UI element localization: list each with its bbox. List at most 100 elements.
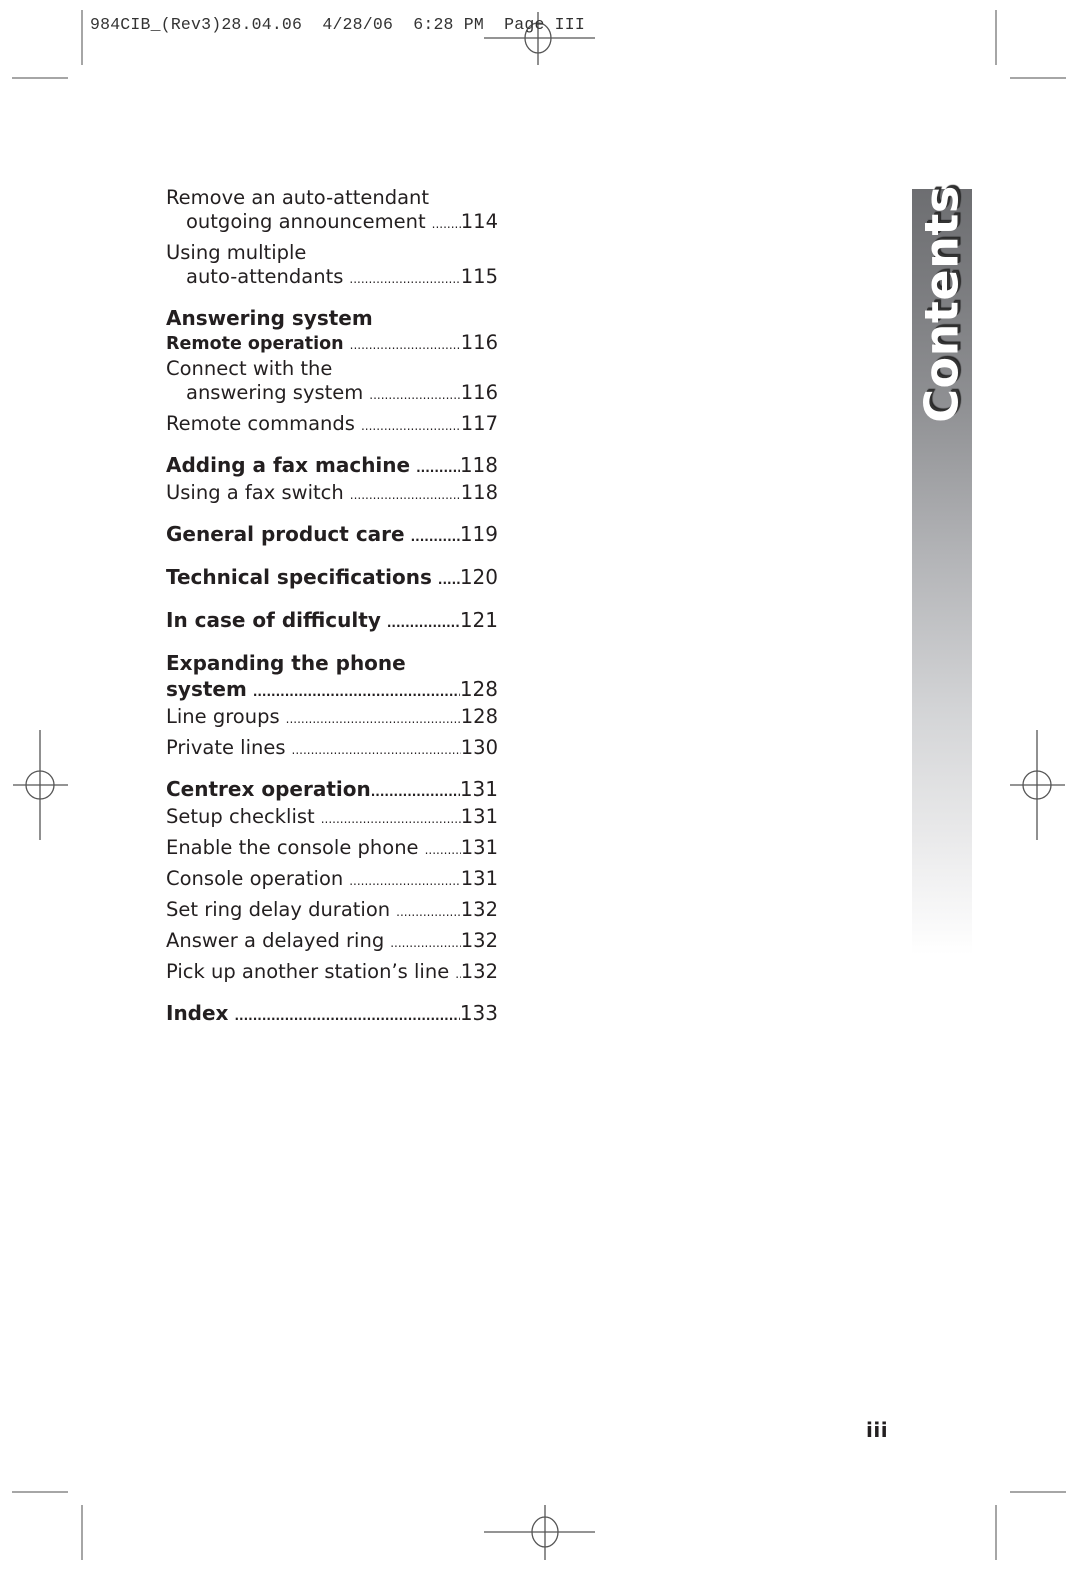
toc-entry[interactable]: Index 133 [166, 1000, 498, 1029]
dot-leader [349, 267, 460, 291]
toc-entry-label: Remote commands [166, 412, 355, 435]
toc-entry[interactable]: Technical specifications 120 [166, 564, 498, 593]
toc-entry[interactable]: Pick up another station’s line 132 [166, 960, 498, 986]
toc-section-heading[interactable]: Expanding the phone [166, 650, 498, 676]
dot-leader [432, 212, 461, 236]
toc-entry-page: 133 [459, 1001, 498, 1025]
toc-entry[interactable]: auto-attendants 115 [166, 265, 498, 291]
toc-entry-page: 114 [460, 210, 498, 233]
toc-section-heading[interactable]: Answering system [166, 305, 498, 331]
toc-entry-label: In case of difficulty [166, 608, 381, 632]
toc-entry[interactable]: Remote operation 116 [166, 331, 498, 357]
toc-entry-label: Adding a fax machine [166, 453, 411, 477]
toc-entry-label: Set ring delay duration [166, 898, 391, 921]
toc-entry-line1: Remove an auto-attendant [166, 186, 498, 210]
toc-entry[interactable]: Private lines 130 [166, 736, 498, 762]
contents-side-tab-label: Contents [915, 185, 970, 423]
toc-entry[interactable]: Console operation 131 [166, 867, 498, 893]
toc-entry-page: 132 [460, 960, 498, 983]
toc-entry-label: Centrex operation [166, 777, 371, 801]
dot-leader [390, 931, 461, 955]
dot-leader [361, 414, 461, 438]
toc-entry-page: 116 [460, 381, 498, 404]
dot-leader [234, 1003, 459, 1029]
print-slug: 984CIB_(Rev3)28.04.06 4/28/06 6:28 PM Pa… [90, 15, 585, 34]
toc-entry[interactable]: Centrex operation 131 [166, 776, 498, 805]
dot-leader [286, 707, 461, 731]
toc-entry-page: 128 [460, 705, 498, 728]
toc-entry-page: 128 [459, 677, 498, 701]
registration-mark-bottom [484, 1505, 595, 1560]
dot-leader [371, 779, 460, 805]
table-of-contents: Remove an auto-attendant outgoing announ… [166, 186, 498, 1029]
dot-leader [321, 807, 461, 831]
dot-leader [350, 483, 461, 507]
toc-entry-label: system [166, 677, 247, 701]
toc-entry-text: Using multiple [166, 241, 307, 264]
toc-entry-label: auto-attendants [186, 265, 344, 288]
toc-entry-text: Connect with the [166, 357, 333, 380]
toc-entry[interactable]: Remote commands 117 [166, 412, 498, 438]
toc-entry[interactable]: answering system 116 [166, 381, 498, 407]
toc-entry-label: Technical specifications [166, 565, 432, 589]
toc-entry-label: Line groups [166, 705, 280, 728]
dot-leader [292, 738, 461, 762]
registration-mark-right [1010, 730, 1065, 840]
contents-side-tab-label-wrap: Contents [912, 185, 972, 422]
toc-entry-page: 121 [459, 608, 498, 632]
dot-leader [350, 333, 461, 357]
dot-leader [411, 524, 460, 550]
dot-leader [369, 383, 460, 407]
toc-entry-text: Remove an auto-attendant [166, 186, 430, 209]
dot-leader [253, 679, 460, 705]
toc-entry[interactable]: In case of difficulty 121 [166, 607, 498, 636]
toc-entry[interactable]: system 128 [166, 676, 498, 705]
toc-entry-page: 132 [460, 929, 498, 952]
toc-heading-text: Answering system [166, 306, 373, 330]
dot-leader [416, 455, 460, 481]
toc-entry-label: Pick up another station’s line [166, 960, 450, 983]
toc-entry-label: Enable the console phone [166, 836, 419, 859]
toc-entry-label: answering system [186, 381, 364, 404]
toc-entry-label: Private lines [166, 736, 286, 759]
toc-entry[interactable]: outgoing announcement 114 [166, 210, 498, 236]
toc-entry-page: 131 [459, 777, 498, 801]
registration-mark-left [13, 730, 68, 840]
dot-leader [438, 567, 460, 593]
toc-entry-label: Using a fax switch [166, 481, 344, 504]
toc-entry-page: 119 [459, 522, 498, 546]
dot-leader [396, 900, 461, 924]
toc-entry-label: Console operation [166, 867, 344, 890]
toc-entry-page: 117 [460, 412, 498, 435]
toc-entry[interactable]: Line groups 128 [166, 705, 498, 731]
toc-entry[interactable]: Adding a fax machine 118 [166, 452, 498, 481]
toc-entry-label: General product care [166, 522, 405, 546]
toc-entry[interactable]: Using a fax switch 118 [166, 481, 498, 507]
toc-entry-page: 118 [459, 453, 498, 477]
toc-entry-page: 131 [460, 836, 498, 859]
toc-entry-page: 115 [460, 265, 498, 288]
toc-entry-line1: Using multiple [166, 241, 498, 265]
toc-entry-label: Remote operation [166, 334, 344, 354]
toc-entry-page: 131 [460, 805, 498, 828]
toc-entry[interactable]: Answer a delayed ring 132 [166, 929, 498, 955]
dot-leader [349, 869, 461, 893]
toc-entry-page: 118 [460, 481, 498, 504]
toc-entry-line1: Connect with the [166, 357, 498, 381]
toc-entry-page: 130 [460, 736, 498, 759]
toc-entry-label: Index [166, 1001, 229, 1025]
toc-entry[interactable]: Enable the console phone 131 [166, 836, 498, 862]
toc-entry[interactable]: General product care 119 [166, 521, 498, 550]
toc-entry-page: 116 [460, 331, 498, 354]
page-number: iii [866, 1418, 889, 1442]
dot-leader [425, 838, 461, 862]
toc-entry[interactable]: Set ring delay duration 132 [166, 898, 498, 924]
toc-heading-text: Expanding the phone [166, 651, 406, 675]
toc-entry-label: outgoing announcement [186, 210, 426, 233]
toc-entry-page: 131 [460, 867, 498, 890]
toc-entry-label: Answer a delayed ring [166, 929, 385, 952]
toc-entry[interactable]: Setup checklist 131 [166, 805, 498, 831]
toc-entry-page: 132 [460, 898, 498, 921]
toc-entry-page: 120 [459, 565, 498, 589]
dot-leader [387, 610, 460, 636]
